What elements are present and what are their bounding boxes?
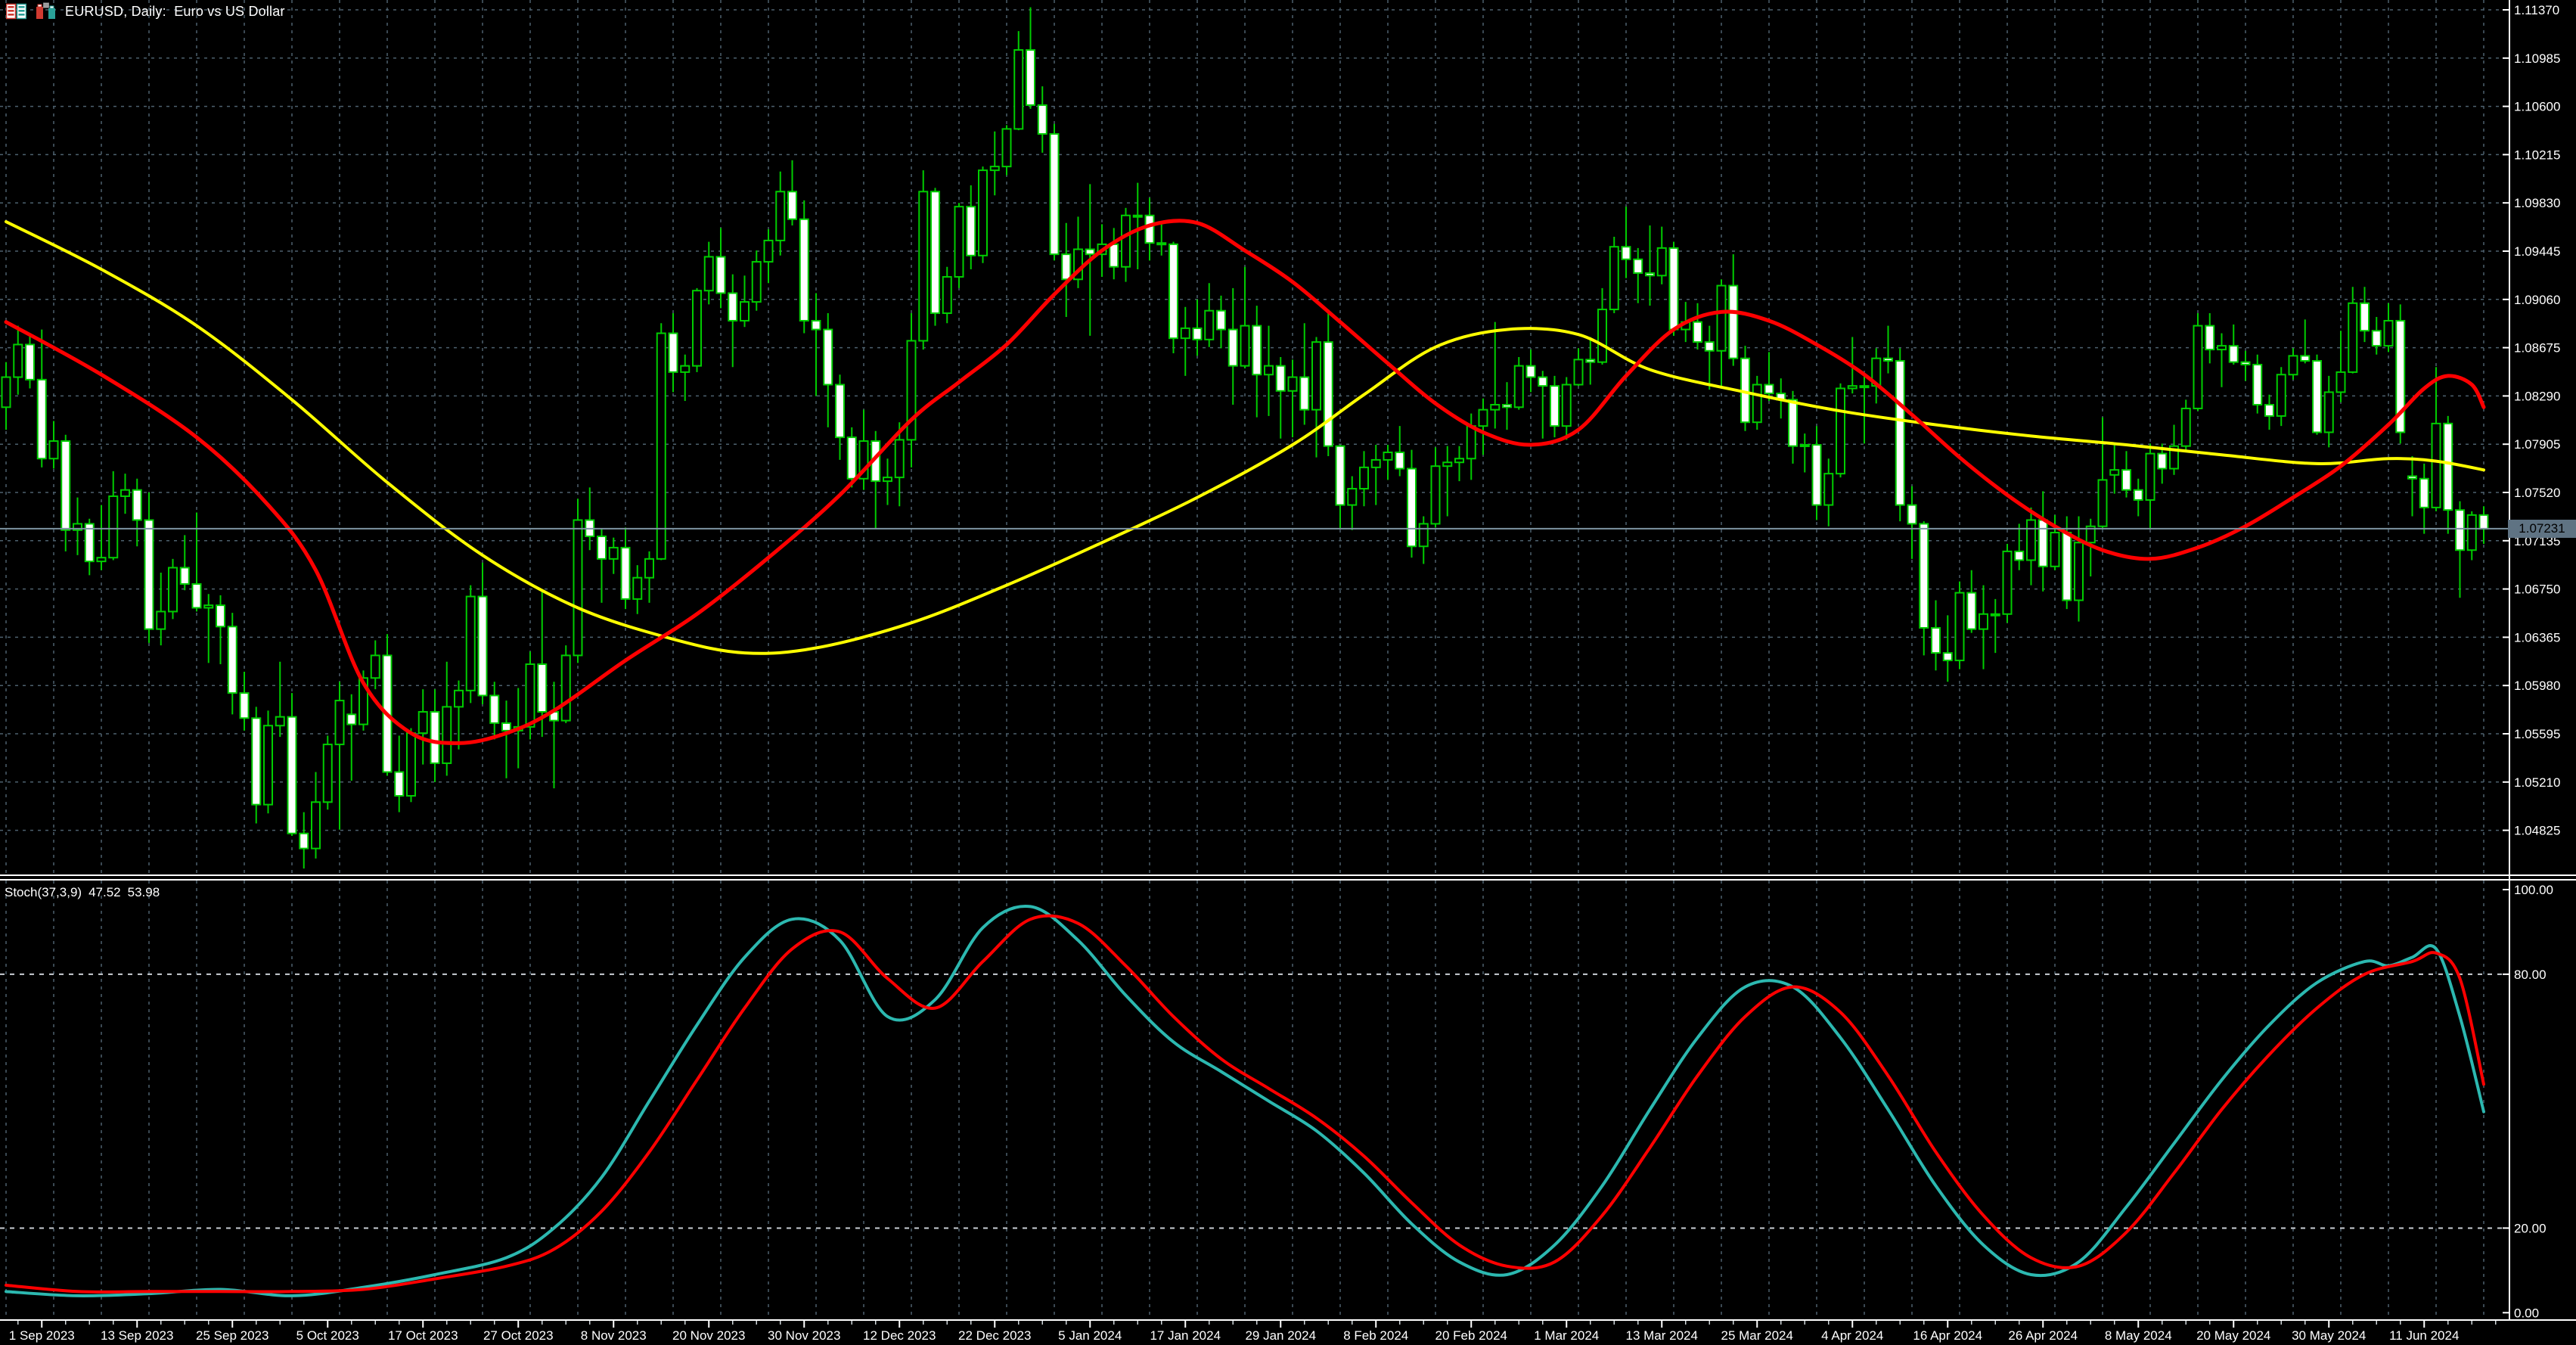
svg-text:17 Jan 2024: 17 Jan 2024 bbox=[1150, 1328, 1221, 1343]
svg-text:13 Mar 2024: 13 Mar 2024 bbox=[1626, 1328, 1698, 1343]
svg-text:1 Mar 2024: 1 Mar 2024 bbox=[1534, 1328, 1599, 1343]
svg-text:30 May 2024: 30 May 2024 bbox=[2292, 1328, 2366, 1343]
svg-text:20 Nov 2023: 20 Nov 2023 bbox=[672, 1328, 745, 1343]
main-chart-panel[interactable]: 1.113701.109851.106001.102151.098301.094… bbox=[0, 0, 2576, 874]
chart-title-bar: EURUSD, Daily: Euro vs US Dollar bbox=[6, 2, 285, 20]
price-axis[interactable] bbox=[2511, 0, 2576, 1319]
svg-text:8 May 2024: 8 May 2024 bbox=[2105, 1328, 2172, 1343]
svg-text:29 Jan 2024: 29 Jan 2024 bbox=[1245, 1328, 1316, 1343]
svg-text:25 Mar 2024: 25 Mar 2024 bbox=[1721, 1328, 1793, 1343]
svg-text:13 Sep 2023: 13 Sep 2023 bbox=[101, 1328, 173, 1343]
current-price-value: 1.07231 bbox=[2519, 521, 2565, 536]
price-axis-border bbox=[2509, 0, 2510, 1321]
chart-window: { "window": { "title": "EURUSD, Daily: E… bbox=[0, 0, 2576, 1345]
svg-text:17 Oct 2023: 17 Oct 2023 bbox=[388, 1328, 458, 1343]
svg-text:26 Apr 2024: 26 Apr 2024 bbox=[2008, 1328, 2078, 1343]
time-axis-canvas[interactable]: 1 Sep 2023 13 Sep 2023 25 Sep 2023 5 Oct 20… bbox=[0, 1321, 2576, 1345]
svg-text:8 Nov 2023: 8 Nov 2023 bbox=[581, 1328, 647, 1343]
svg-text:11 Jun 2024: 11 Jun 2024 bbox=[2389, 1328, 2459, 1343]
indicator-name: Stoch(37,3,9) bbox=[5, 885, 82, 899]
svg-text:27 Oct 2023: 27 Oct 2023 bbox=[483, 1328, 554, 1343]
svg-text:12 Dec 2023: 12 Dec 2023 bbox=[863, 1328, 936, 1343]
indicator-label: Stoch(37,3,9) 47.52 53.98 bbox=[5, 885, 166, 900]
svg-text:20 Feb 2024: 20 Feb 2024 bbox=[1435, 1328, 1507, 1343]
current-price-tag: 1.07231 bbox=[2508, 520, 2576, 538]
indicator-value-main: 47.52 bbox=[88, 885, 121, 899]
svg-text:5 Jan 2024: 5 Jan 2024 bbox=[1058, 1328, 1122, 1343]
svg-text:4 Apr 2024: 4 Apr 2024 bbox=[1821, 1328, 1883, 1343]
svg-text:22 Dec 2023: 22 Dec 2023 bbox=[958, 1328, 1031, 1343]
svg-text:20 May 2024: 20 May 2024 bbox=[2196, 1328, 2270, 1343]
indicator-panel[interactable]: 100.0080.0020.000.00 bbox=[0, 881, 2576, 1319]
symbol-quotes-icon bbox=[6, 3, 26, 20]
time-axis[interactable]: 1 Sep 2023 13 Sep 2023 25 Sep 2023 5 Oct 20… bbox=[0, 1319, 2576, 1345]
chart-title: EURUSD, Daily: Euro vs US Dollar bbox=[65, 4, 285, 20]
svg-text:16 Apr 2024: 16 Apr 2024 bbox=[1913, 1328, 1982, 1343]
svg-text:5 Oct 2023: 5 Oct 2023 bbox=[296, 1328, 359, 1343]
main-chart-canvas[interactable]: 1.113701.109851.106001.102151.098301.094… bbox=[0, 0, 2576, 874]
svg-text:25 Sep 2023: 25 Sep 2023 bbox=[196, 1328, 268, 1343]
indicator-value-signal: 53.98 bbox=[128, 885, 160, 899]
svg-text:8 Feb 2024: 8 Feb 2024 bbox=[1343, 1328, 1408, 1343]
svg-text:1 Sep 2023: 1 Sep 2023 bbox=[9, 1328, 75, 1343]
svg-text:30 Nov 2023: 30 Nov 2023 bbox=[768, 1328, 840, 1343]
candlestick-chart-icon bbox=[36, 2, 56, 20]
panel-separator[interactable] bbox=[0, 874, 2576, 881]
stochastic-canvas[interactable]: 100.0080.0020.000.00 bbox=[0, 881, 2576, 1319]
